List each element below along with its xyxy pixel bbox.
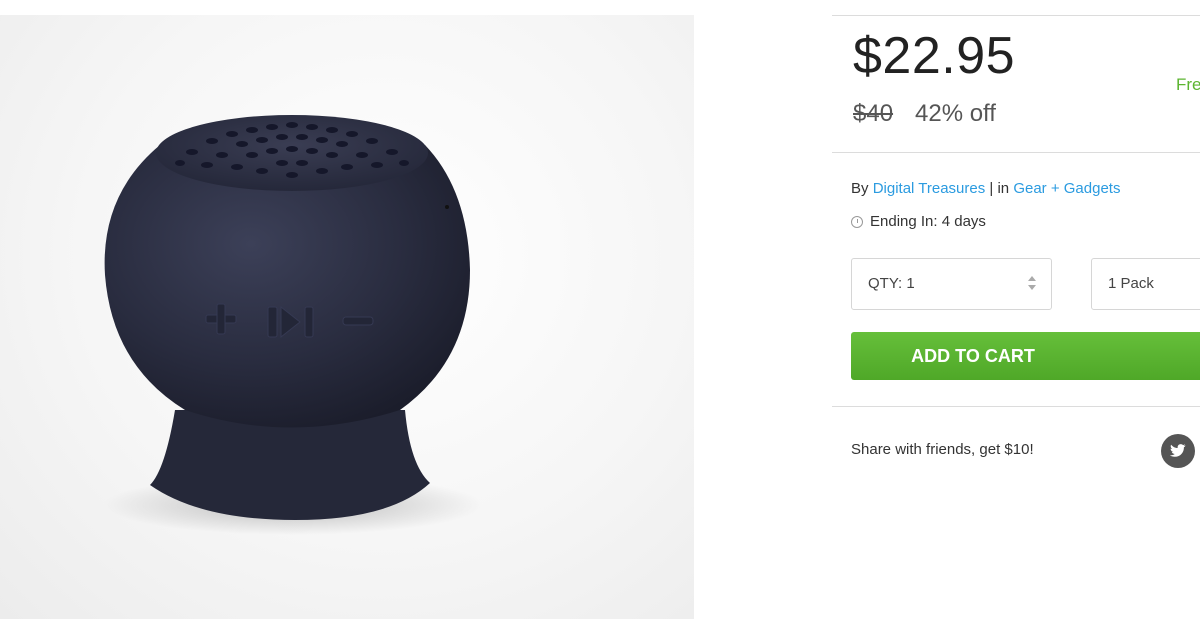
stepper-arrows-icon[interactable] [1027,276,1037,292]
ending-text: Ending In: 4 days [870,213,986,230]
speaker-illustration [103,115,483,535]
twitter-icon [1169,444,1186,457]
variant-label: 1 Pack [1108,275,1154,292]
share-text: Share with friends, get $10! [851,441,1034,458]
discount-label: 42% off [915,100,996,127]
byline-separator: | in [985,180,1014,197]
seller-link[interactable]: Digital Treasures [873,180,986,197]
original-price: $40 [853,100,894,127]
divider [832,15,1200,16]
current-price: $22.95 [853,27,1016,85]
ending-timer: Ending In: 4 days [851,213,986,230]
divider [832,152,1200,153]
quantity-label: QTY: 1 [868,275,915,292]
category-link[interactable]: Gear + Gadgets [1013,180,1120,197]
twitter-share-button[interactable] [1161,434,1195,468]
free-shipping-label: Fre [1176,75,1200,94]
product-purchase-panel: $22.95 $40 42% off Fre By Digital Treasu… [832,0,1200,628]
by-prefix: By [851,180,873,197]
product-image[interactable] [0,15,694,619]
clock-icon [851,215,863,228]
add-to-cart-button[interactable]: ADD TO CART [851,332,1200,380]
variant-select[interactable]: 1 Pack [1091,258,1200,310]
byline: By Digital Treasures | in Gear + Gadgets [851,180,1120,197]
quantity-stepper[interactable]: QTY: 1 [851,258,1052,310]
divider [832,406,1200,407]
